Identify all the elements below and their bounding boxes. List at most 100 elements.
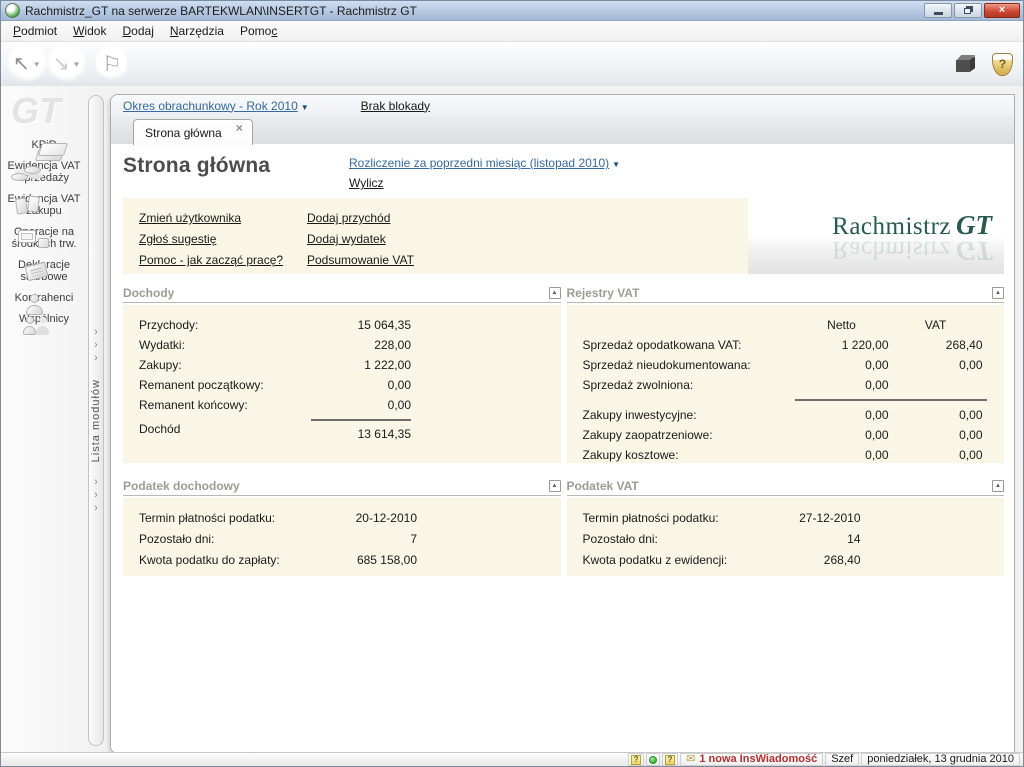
tab-close-icon[interactable]: × [236,121,243,135]
table-row: Zakupy: 1 222,00 [139,358,411,372]
main-area: Okres obrachunkowy - Rok 2010 ▼ Brak blok… [106,86,1023,754]
back-button[interactable]: ↖ ▼ [7,46,47,82]
window-title: Rachmistrz_GT na serwerze BARTEKWLAN\INS… [25,3,417,18]
status-help-button-2[interactable]: ? [662,753,679,766]
menu-pomoc[interactable]: Pomoc [232,22,285,40]
table-row: Przychody: 15 064,35 [139,318,411,332]
envelope-icon: ✉ [686,753,696,765]
green-dot-icon [649,755,658,764]
sidebar-item-kpir[interactable]: KPiR [1,134,87,161]
tab-strona-glowna[interactable]: Strona główna × [133,119,253,145]
forward-dropdown-icon[interactable]: ▼ [72,60,80,69]
add-income-link[interactable]: Dodaj przychód [307,211,414,225]
chevron-right-icon: › [94,476,98,489]
table-row: Zakupy zaopatrzeniowe: 0,00 0,00 [582,428,983,442]
column-header-vat: VAT [924,318,947,332]
group-separator [794,399,987,401]
main-panel: Okres obrachunkowy - Rok 2010 ▼ Brak blok… [110,94,1015,754]
chevron-right-icon: › [94,351,98,364]
rachmistrz-gt-app-icon [5,3,20,18]
forward-button[interactable]: ↘ ▼ [46,46,87,82]
help-getting-started-link[interactable]: Pomoc - jak zacząć pracę? [139,253,307,267]
modules-list-collapsed-panel[interactable]: › › › Lista modułów › › › [88,95,104,746]
title-bar: Rachmistrz_GT na serwerze BARTEKWLAN\INS… [1,1,1023,21]
gt-watermark: GT [11,90,61,131]
change-user-link[interactable]: Zmień użytkownika [139,211,307,225]
menu-narzedzia[interactable]: Narzędzia [162,22,232,40]
lock-status-link[interactable]: Brak blokady [361,99,430,113]
tab-label: Strona główna [145,125,222,140]
section-podatek-vat: Podatek VAT ▲ Termin płatności podatku: 2… [566,479,1004,576]
modules-list-label: Lista modułów [90,378,102,463]
table-row: Pozostało dni: 14 [582,532,861,546]
chevron-right-icon: › [94,338,98,351]
app-window: Rachmistrz_GT na serwerze BARTEKWLAN\INS… [0,0,1024,767]
sidebar-item-deklaracje-skarbowe[interactable]: Deklaracje skarbowe [1,254,87,287]
dropdown-arrow-icon: ▼ [612,160,621,169]
status-message[interactable]: ✉ 1 nowa InsWiadomość [680,753,824,766]
section-popout-button[interactable]: ▲ [992,480,1004,492]
calculate-link[interactable]: Wylicz [349,176,384,190]
dropdown-arrow-icon: ▼ [300,102,309,112]
close-button[interactable]: × [984,3,1020,18]
section-title: Rejestry VAT [566,286,640,300]
menu-widok[interactable]: Widok [65,22,114,40]
workspace: GT KPiR Ewidencja VAT sprzedaży Ewidencj… [1,86,1023,754]
table-row: Pozostało dni: 7 [139,532,417,546]
table-row: Sprzedaż zwolniona: 0,00 [582,378,889,392]
restore-button[interactable] [954,3,982,18]
add-expense-link[interactable]: Dodaj wydatek [307,232,414,246]
chevron-group: › › › [94,476,98,515]
status-bar: ? ? ✉ 1 nowa InsWiadomość Szef poniedzia… [1,752,1023,766]
section-popout-button[interactable]: ▲ [548,287,561,299]
vat-summary-link[interactable]: Podsumowanie VAT [307,253,414,267]
flag-icon: ⚐ [102,52,122,76]
question-icon: ? [665,754,676,765]
back-dropdown-icon[interactable]: ▼ [33,60,41,69]
sidebar-item-ewidencja-vat-zakupu[interactable]: Ewidencja VAT zakupu [1,188,87,221]
status-connection-indicator[interactable] [646,753,661,766]
menu-podmiot[interactable]: Podmiot [5,22,65,40]
minimize-button[interactable] [924,3,952,18]
section-podatek-dochodowy: Podatek dochodowy ▲ Termin płatności pod… [123,479,561,576]
question-icon: ? [631,754,642,765]
suggest-link[interactable]: Zgłoś sugestię [139,232,307,246]
toolbar: ↖ ▼ ↘ ▼ ⚐ ? [1,42,1023,86]
quick-links-band: Zmień użytkownika Zgłoś sugestię Pomoc -… [123,198,1004,274]
new-message-text: 1 nowa InsWiadomość [699,753,818,765]
accounting-period-link[interactable]: Okres obrachunkowy - Rok 2010 ▼ [123,99,309,113]
section-popout-button[interactable]: ▲ [548,480,561,492]
logo-reflection: Rachmistrz GT [832,236,992,266]
settlement-period-dropdown-link[interactable]: Rozliczenie za poprzedni miesiąc (listop… [349,156,620,170]
sidebar-item-operacje-srodki-trwale[interactable]: Operacje na środkach trw. [1,221,87,254]
table-row: Kwota podatku z ewidencji: 268,40 [582,553,861,567]
total-row: Dochód 13 614,35 [139,419,551,444]
table-row: Termin płatności podatku: 27-12-2010 [582,511,861,525]
table-row: Zakupy kosztowe: 0,00 0,00 [582,448,983,462]
sidebar-item-kontrahenci[interactable]: Kontrahenci [1,287,87,315]
section-rejestry-vat: Rejestry VAT ▲ Netto VAT Sprzedaż opodatk… [566,286,1004,463]
flag-button[interactable]: ⚐ [96,46,128,82]
chevron-right-icon: › [94,325,98,338]
status-date: poniedziałek, 13 grudnia 2010 [861,753,1020,766]
help-shield-button[interactable]: ? [992,52,1013,76]
rachmistrz-gt-logo: Rachmistrz GT Rachmistrz GT [748,198,1004,274]
table-row: Remanent początkowy: 0,00 [139,378,411,392]
table-row: Termin płatności podatku: 20-12-2010 [139,511,417,525]
section-title: Podatek VAT [566,479,639,493]
chevron-right-icon: › [94,502,98,515]
table-row: Kwota podatku do zapłaty: 685 158,00 [139,553,417,567]
table-row: Remanent końcowy: 0,00 [139,398,411,412]
section-popout-button[interactable]: ▲ [992,287,1004,299]
forward-arrow-icon: ↘ [52,53,70,75]
insert-cube-button[interactable] [956,53,978,75]
section-dochody: Dochody ▲ Przychody: 15 064,35 Wydatki: 22… [123,286,561,463]
period-bar: Okres obrachunkowy - Rok 2010 ▼ Brak blok… [111,95,1014,116]
table-row: Wydatki: 228,00 [139,338,411,352]
menu-dodaj[interactable]: Dodaj [114,22,161,40]
status-help-button-1[interactable]: ? [628,753,645,766]
restore-icon [963,8,971,14]
back-arrow-icon: ↖ [13,53,30,75]
chevron-group: › › › [94,326,98,365]
sidebar-item-wspolnicy[interactable]: Wspólnicy [1,308,87,335]
